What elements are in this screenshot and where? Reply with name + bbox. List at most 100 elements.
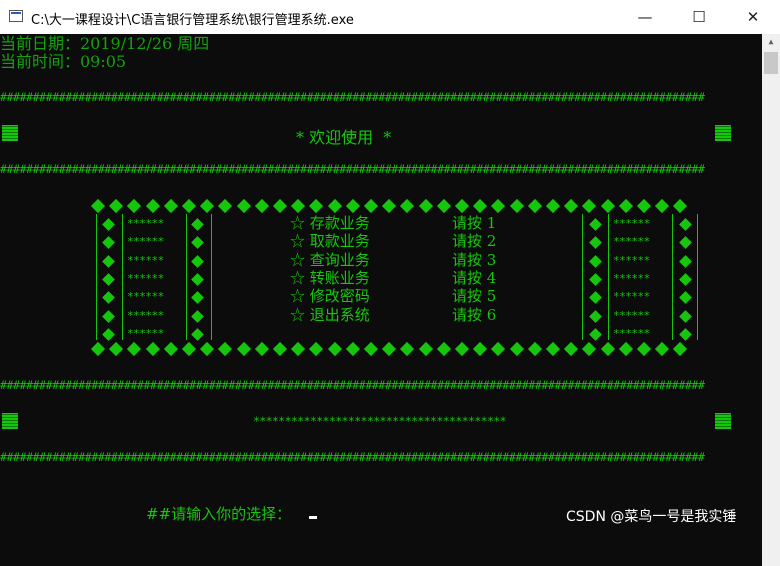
diamond-icon bbox=[163, 198, 178, 214]
menu-option-label: ☆ 取款业务 bbox=[290, 232, 370, 251]
diamond-icon bbox=[418, 198, 433, 214]
diamond-icon bbox=[589, 273, 602, 286]
minimize-button[interactable]: — bbox=[622, 0, 668, 34]
diamond-icon bbox=[145, 341, 160, 357]
diamond-icon bbox=[191, 218, 204, 231]
diamond-icon bbox=[679, 218, 692, 231]
diamond-icon bbox=[673, 341, 688, 357]
diamond-icon bbox=[600, 198, 615, 214]
frame-line bbox=[96, 214, 97, 340]
diamond-icon bbox=[589, 309, 602, 323]
side-stars: ****** bbox=[127, 217, 164, 230]
title-bar: C:\大一课程设计\C语言银行管理系统\银行管理系统.exe — ☐ ✕ bbox=[0, 0, 780, 35]
diamond-icon bbox=[345, 341, 360, 357]
diamond-icon bbox=[102, 236, 115, 250]
frame-line bbox=[582, 214, 583, 340]
diamond-icon bbox=[679, 254, 692, 268]
side-stars: ****** bbox=[613, 235, 650, 249]
diamond-icon bbox=[636, 341, 652, 357]
diamond-icon bbox=[218, 341, 233, 357]
block-right-icon bbox=[715, 125, 731, 141]
side-stars: ****** bbox=[613, 326, 650, 340]
diamond-icon bbox=[400, 341, 415, 357]
frame-line bbox=[122, 214, 123, 340]
menu-option-label: ☆ 转账业务 bbox=[290, 268, 370, 287]
diamond-icon bbox=[291, 341, 306, 357]
menu-option-key: 请按 6 bbox=[452, 305, 497, 324]
diamond-icon bbox=[327, 198, 342, 214]
diamond-icon bbox=[90, 198, 106, 214]
block-right-icon bbox=[715, 413, 731, 429]
diamond-icon bbox=[254, 198, 269, 214]
menu-option-key: 请按 1 bbox=[452, 214, 497, 232]
side-stars: ****** bbox=[613, 308, 650, 322]
diamond-icon bbox=[254, 341, 269, 357]
vertical-scrollbar[interactable]: ▲ bbox=[762, 34, 780, 566]
diamond-icon bbox=[679, 236, 692, 250]
diamond-icon bbox=[589, 236, 602, 250]
diamond-icon bbox=[102, 254, 115, 268]
watermark: CSDN @菜鸟一号是我实锤 bbox=[566, 509, 737, 525]
diamond-icon bbox=[191, 291, 204, 305]
diamond-icon bbox=[102, 327, 115, 341]
diamond-icon bbox=[400, 198, 415, 214]
block-left-icon bbox=[2, 413, 18, 429]
diamond-icon bbox=[473, 341, 488, 357]
diamond-icon bbox=[181, 341, 197, 357]
menu-option-label: ☆ 存款业务 bbox=[290, 214, 370, 232]
diamond-icon bbox=[109, 341, 124, 357]
scroll-up-icon[interactable]: ▲ bbox=[762, 34, 780, 50]
text-cursor[interactable] bbox=[309, 516, 317, 519]
diamond-icon bbox=[589, 327, 602, 341]
diamond-icon bbox=[582, 198, 597, 214]
console-output[interactable]: 当前日期：2019/12/26 周四 当前时间：09:05 ##########… bbox=[0, 34, 762, 566]
side-stars: ****** bbox=[127, 253, 164, 267]
side-stars: ****** bbox=[613, 217, 650, 230]
diamond-icon bbox=[618, 341, 633, 357]
menu-option-key: 请按 4 bbox=[452, 268, 497, 287]
diamond-icon bbox=[327, 341, 342, 357]
close-button[interactable]: ✕ bbox=[730, 0, 776, 34]
menu-option-label: ☆ 退出系统 bbox=[290, 305, 370, 324]
diamond-icon bbox=[679, 309, 692, 323]
diamond-icon bbox=[90, 341, 106, 357]
diamond-icon bbox=[600, 341, 615, 357]
diamond-icon bbox=[272, 198, 288, 214]
diamond-icon bbox=[181, 198, 197, 214]
diamond-icon bbox=[127, 341, 142, 357]
diamond-icon bbox=[102, 309, 115, 323]
diamond-icon bbox=[382, 341, 397, 357]
diamond-icon bbox=[309, 341, 324, 357]
menu-option-key: 请按 2 bbox=[452, 232, 497, 251]
diamond-icon bbox=[236, 198, 251, 214]
menu-option-label: ☆ 查询业务 bbox=[290, 250, 370, 269]
maximize-button[interactable]: ☐ bbox=[676, 0, 722, 34]
side-stars: ****** bbox=[613, 253, 650, 267]
current-date: 当前日期：2019/12/26 周四 bbox=[0, 34, 210, 53]
diamond-icon bbox=[200, 198, 215, 214]
frame-line bbox=[211, 214, 212, 340]
star-divider: **************************************** bbox=[253, 414, 507, 428]
diamond-icon bbox=[191, 327, 204, 341]
diamond-icon bbox=[109, 198, 124, 214]
diamond-icon bbox=[564, 341, 579, 357]
diamond-icon bbox=[345, 198, 360, 214]
menu-option-key: 请按 5 bbox=[452, 287, 497, 306]
diamond-icon bbox=[564, 198, 579, 214]
scroll-thumb[interactable] bbox=[764, 52, 778, 74]
side-stars: ****** bbox=[613, 290, 650, 304]
hash-border: ########################################… bbox=[0, 162, 705, 176]
menu-option-label: ☆ 修改密码 bbox=[290, 287, 370, 306]
diamond-icon bbox=[363, 198, 379, 214]
diamond-icon bbox=[618, 198, 633, 214]
diamond-icon bbox=[589, 218, 602, 231]
input-prompt: ##请输入你的选择： bbox=[146, 505, 292, 523]
diamond-icon bbox=[582, 341, 597, 357]
hash-border: ########################################… bbox=[0, 90, 705, 104]
diamond-icon bbox=[527, 341, 542, 357]
diamond-icon bbox=[491, 198, 506, 214]
block-left-icon bbox=[2, 125, 18, 141]
diamond-icon bbox=[436, 341, 451, 357]
side-stars: ****** bbox=[127, 308, 164, 322]
diamond-icon bbox=[655, 198, 670, 214]
